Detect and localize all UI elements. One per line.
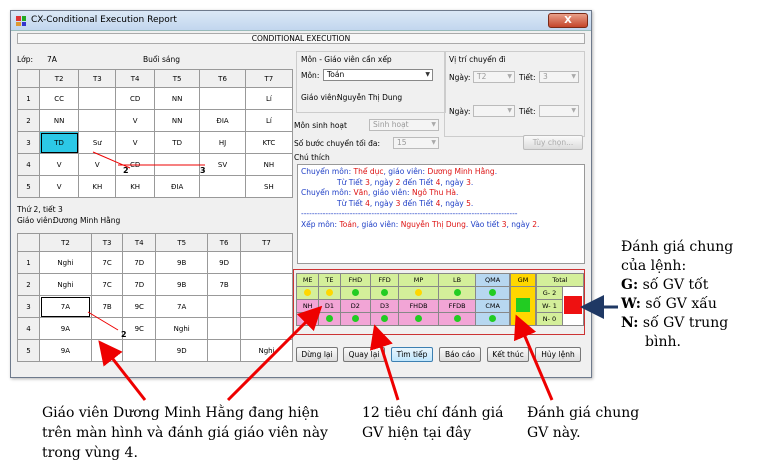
annotation-arrows — [87, 151, 618, 402]
mark-2: 2 — [123, 166, 129, 175]
move-line-3 — [87, 311, 119, 331]
mark-2b: 2 — [121, 330, 127, 339]
arrow-teacher-eval — [226, 305, 323, 402]
arrow-teacher — [98, 340, 147, 401]
mark-3: 3 — [200, 166, 206, 175]
arrow-gv — [513, 314, 554, 401]
arrow-criteria — [369, 324, 400, 401]
